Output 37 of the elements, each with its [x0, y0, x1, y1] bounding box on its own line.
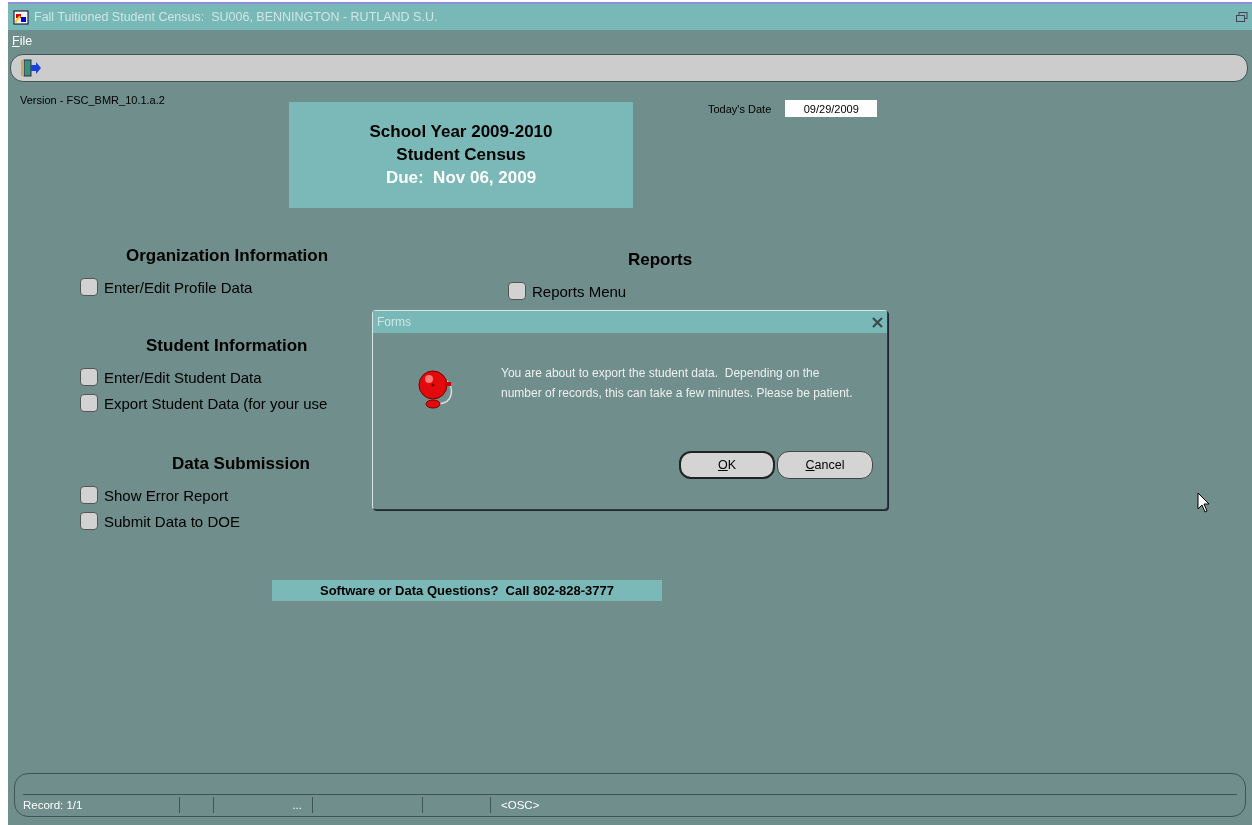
version-label: Version - FSC_BMR_10.1.a.2 [20, 94, 165, 106]
status-ellipsis: ... [292, 799, 302, 811]
option-label: Enter/Edit Student Data [104, 369, 262, 386]
dialog-message: You are about to export the student data. Depending on the number of records, this can take a few minutes. Please be patient. [501, 365, 854, 402]
mouse-pointer-icon [1197, 492, 1211, 514]
option-label: Show Error Report [104, 487, 229, 504]
banner-line: Due: Nov 06, 2009 [385, 168, 537, 188]
restore-icon[interactable] [1236, 11, 1248, 23]
option-button[interactable] [508, 282, 526, 300]
section-heading: Data Submission [172, 454, 310, 474]
record-status: Record: 1/1 [23, 799, 83, 811]
exit-door-icon[interactable] [21, 59, 41, 77]
option-button[interactable] [80, 394, 98, 412]
section-heading: Organization Information [126, 246, 329, 266]
app-icon [12, 8, 30, 26]
dialog-title: Forms [377, 315, 411, 329]
date-field[interactable]: 09/29/2009 [785, 100, 878, 117]
window-title: Fall Tuitioned Student Census: SU006, BENNINGTON - RUTLAND S.U. [34, 10, 439, 24]
option-label: Reports Menu [532, 283, 627, 300]
banner-line: School Year 2009-2010 [369, 122, 553, 142]
section-heading: Student Information [146, 336, 308, 356]
date-label: Today's Date [708, 102, 772, 115]
option-label: Enter/Edit Profile Data [104, 279, 253, 296]
option-label: Submit Data to DOE [104, 513, 240, 530]
help-banner: Software or Data Questions? Call 802-828-3777 [272, 580, 662, 601]
option-button[interactable] [80, 368, 98, 386]
ok-button[interactable]: OK [679, 451, 775, 479]
close-icon[interactable] [872, 316, 883, 328]
menu-item[interactable]: File [12, 34, 33, 48]
mode-status: <OSC> [501, 799, 540, 811]
banner-line: Student Census [396, 145, 526, 165]
option-label: Export Student Data (for your use [104, 395, 328, 412]
option-button[interactable] [80, 486, 98, 504]
section-heading: Reports [628, 250, 693, 270]
cancel-button[interactable]: Cancel [777, 451, 873, 479]
option-button[interactable] [80, 512, 98, 530]
option-button[interactable] [80, 278, 98, 296]
